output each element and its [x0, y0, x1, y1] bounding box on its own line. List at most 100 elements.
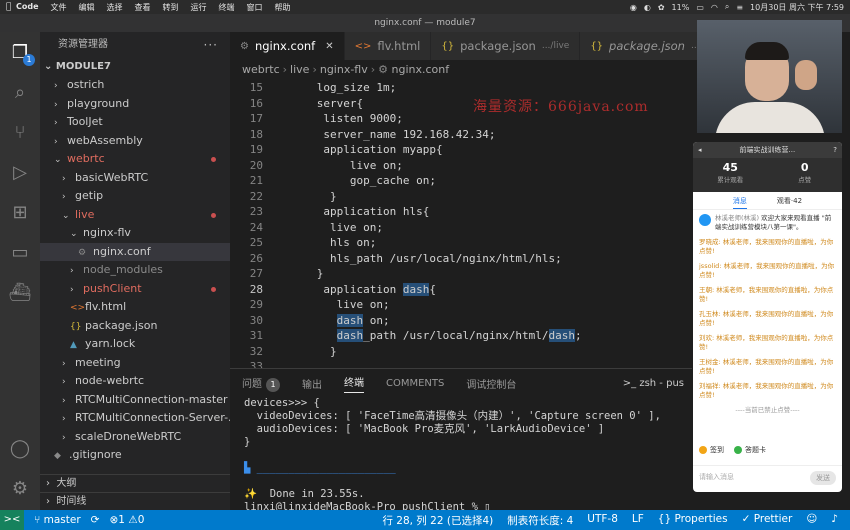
tab-comments[interactable]: COMMENTS: [386, 378, 444, 389]
tree-item[interactable]: › pushClient: [40, 280, 230, 299]
branch-status[interactable]: ⑂ master: [34, 514, 81, 526]
tab-problems[interactable]: 问题 1: [242, 375, 280, 392]
extensions-icon[interactable]: ⊞: [8, 200, 32, 224]
code-line[interactable]: 15 log_size 1m;: [230, 80, 692, 96]
code-line[interactable]: 23 application hls{: [230, 204, 692, 220]
code-line[interactable]: 33: [230, 359, 692, 368]
tree-item[interactable]: › webAssembly: [40, 132, 230, 151]
tree-item[interactable]: {} package.json: [40, 317, 230, 336]
encoding[interactable]: UTF-8: [587, 513, 618, 528]
more-actions-icon[interactable]: ···: [204, 32, 218, 58]
code-line[interactable]: 27 }: [230, 266, 692, 282]
remote-explorer-icon[interactable]: ▭: [8, 240, 32, 264]
outline-section[interactable]: › 大纲: [40, 474, 230, 492]
breadcrumb-item[interactable]: nginx.conf: [392, 63, 450, 76]
tab-watching[interactable]: 观看·42: [777, 192, 802, 209]
tab-terminal[interactable]: 终端: [344, 374, 364, 393]
menu-extra-icon[interactable]: ◐: [644, 3, 651, 12]
battery-icon[interactable]: ▭: [696, 3, 704, 12]
editor-tab[interactable]: ⚙ nginx.conf ✕: [230, 32, 345, 60]
control-center-icon[interactable]: ≡: [736, 3, 743, 12]
editor-tab[interactable]: {} package.json .../live: [431, 32, 581, 60]
code-line[interactable]: 31 dash_path /usr/local/nginx/html/dash;: [230, 328, 692, 344]
code-line[interactable]: 25 hls on;: [230, 235, 692, 251]
terminal-output[interactable]: devices>>> { videoDevices: [ 'FaceTime高清…: [230, 397, 692, 514]
tree-item[interactable]: › node_modules: [40, 261, 230, 280]
menu-extra-icon-2[interactable]: ✿: [658, 3, 665, 12]
menu-item[interactable]: 转到: [163, 2, 179, 13]
menu-item[interactable]: 运行: [191, 2, 207, 13]
menu-item[interactable]: 查看: [135, 2, 151, 13]
code-line[interactable]: 20 live on;: [230, 158, 692, 174]
explorer-icon[interactable]: ❐ 1: [8, 40, 35, 66]
breadcrumb-item[interactable]: live: [290, 63, 309, 76]
menu-item[interactable]: 帮助: [275, 2, 291, 13]
breadcrumb-item[interactable]: webrtc: [242, 63, 280, 76]
language-mode[interactable]: {} Properties: [658, 513, 728, 528]
cursor-position[interactable]: 行 28, 列 22 (已选择4): [382, 513, 493, 528]
tree-item[interactable]: › meeting: [40, 354, 230, 373]
sync-icon[interactable]: ⟳: [91, 514, 100, 526]
tree-item[interactable]: › RTCMultiConnection-master: [40, 391, 230, 410]
tree-item[interactable]: ▲ yarn.lock: [40, 335, 230, 354]
terminal-selector[interactable]: >_ zsh - pus: [623, 378, 684, 389]
tree-item[interactable]: › node-webrtc: [40, 372, 230, 391]
source-control-icon[interactable]: ⑂: [8, 120, 32, 144]
menu-item[interactable]: 终端: [219, 2, 235, 13]
menu-item[interactable]: 编辑: [79, 2, 95, 13]
send-button[interactable]: 发送: [810, 471, 836, 485]
code-line[interactable]: 28 application dash{: [230, 282, 692, 298]
tree-item[interactable]: ◆ .gitignore: [40, 446, 230, 465]
tree-item[interactable]: › ToolJet: [40, 113, 230, 132]
search-icon[interactable]: ⌕: [8, 80, 32, 104]
tree-item[interactable]: › scaleDroneWebRTC: [40, 428, 230, 447]
code-line[interactable]: 22 }: [230, 189, 692, 205]
code-line[interactable]: 26 hls_path /usr/local/nginx/html/hls;: [230, 251, 692, 267]
tree-item[interactable]: › getip: [40, 187, 230, 206]
search-icon[interactable]: ⌕: [725, 2, 729, 12]
code-line[interactable]: 32 }: [230, 344, 692, 360]
remote-indicator-icon[interactable]: ><: [0, 510, 24, 530]
menu-item[interactable]: 文件: [51, 2, 67, 13]
prettier-status[interactable]: ✓ Prettier: [742, 513, 793, 528]
notifications-icon[interactable]: ♪: [831, 513, 838, 528]
code-line[interactable]: 30 dash on;: [230, 313, 692, 329]
code-line[interactable]: 18 server_name 192.168.42.34;: [230, 127, 692, 143]
run-debug-icon[interactable]: ▷: [8, 160, 32, 184]
settings-gear-icon[interactable]: ⚙: [8, 476, 32, 500]
menu-item[interactable]: 选择: [107, 2, 123, 13]
code-line[interactable]: 19 application myapp{: [230, 142, 692, 158]
tree-item[interactable]: › ostrich: [40, 76, 230, 95]
code-line[interactable]: 21 gop_cache on;: [230, 173, 692, 189]
editor-tab[interactable]: {}package.json.../p: [580, 32, 700, 60]
tree-item[interactable]: ⚙ nginx.conf: [40, 242, 230, 261]
wifi-icon[interactable]: ◠: [711, 3, 718, 12]
answer-card-button[interactable]: 答题卡: [734, 445, 766, 455]
end-of-line[interactable]: LF: [632, 513, 644, 528]
docker-icon[interactable]: ⛴: [8, 280, 32, 304]
close-icon[interactable]: ✕: [325, 41, 333, 52]
clock-datetime[interactable]: 10月30日 周六 下午 7:59: [750, 2, 844, 13]
code-line[interactable]: 24 live on;: [230, 220, 692, 236]
record-icon[interactable]: ◉: [630, 3, 637, 12]
tree-item[interactable]: ⌄ nginx-flv: [40, 224, 230, 243]
tab-debug-console[interactable]: 调试控制台: [466, 376, 516, 391]
timeline-section[interactable]: › 时间线: [40, 492, 230, 510]
code-editor[interactable]: 15 log_size 1m; 16 server{17 listen 9000;…: [230, 80, 692, 368]
breadcrumb-item[interactable]: nginx-flv: [320, 63, 368, 76]
signin-button[interactable]: 签到: [699, 445, 724, 455]
tree-item[interactable]: › RTCMultiConnection-Server-...: [40, 409, 239, 428]
tree-item[interactable]: <>flv.html: [40, 298, 230, 317]
tree-item[interactable]: › basicWebRTC: [40, 169, 230, 188]
tree-item[interactable]: › playground: [40, 95, 230, 114]
feedback-icon[interactable]: ☺: [806, 513, 817, 528]
tab-output[interactable]: 输出: [302, 376, 322, 391]
workspace-header[interactable]: ⌄ MODULE7: [40, 58, 230, 76]
editor-tab[interactable]: <> flv.html: [344, 32, 432, 60]
message-input[interactable]: 请输入消息 发送: [693, 465, 842, 492]
account-icon[interactable]: ◯: [8, 436, 32, 460]
code-line[interactable]: 29 live on;: [230, 297, 692, 313]
menu-item[interactable]: Code: [16, 2, 39, 13]
problems-status[interactable]: ⊗1 ⚠0: [109, 514, 144, 526]
help-icon[interactable]: ?: [833, 146, 837, 154]
